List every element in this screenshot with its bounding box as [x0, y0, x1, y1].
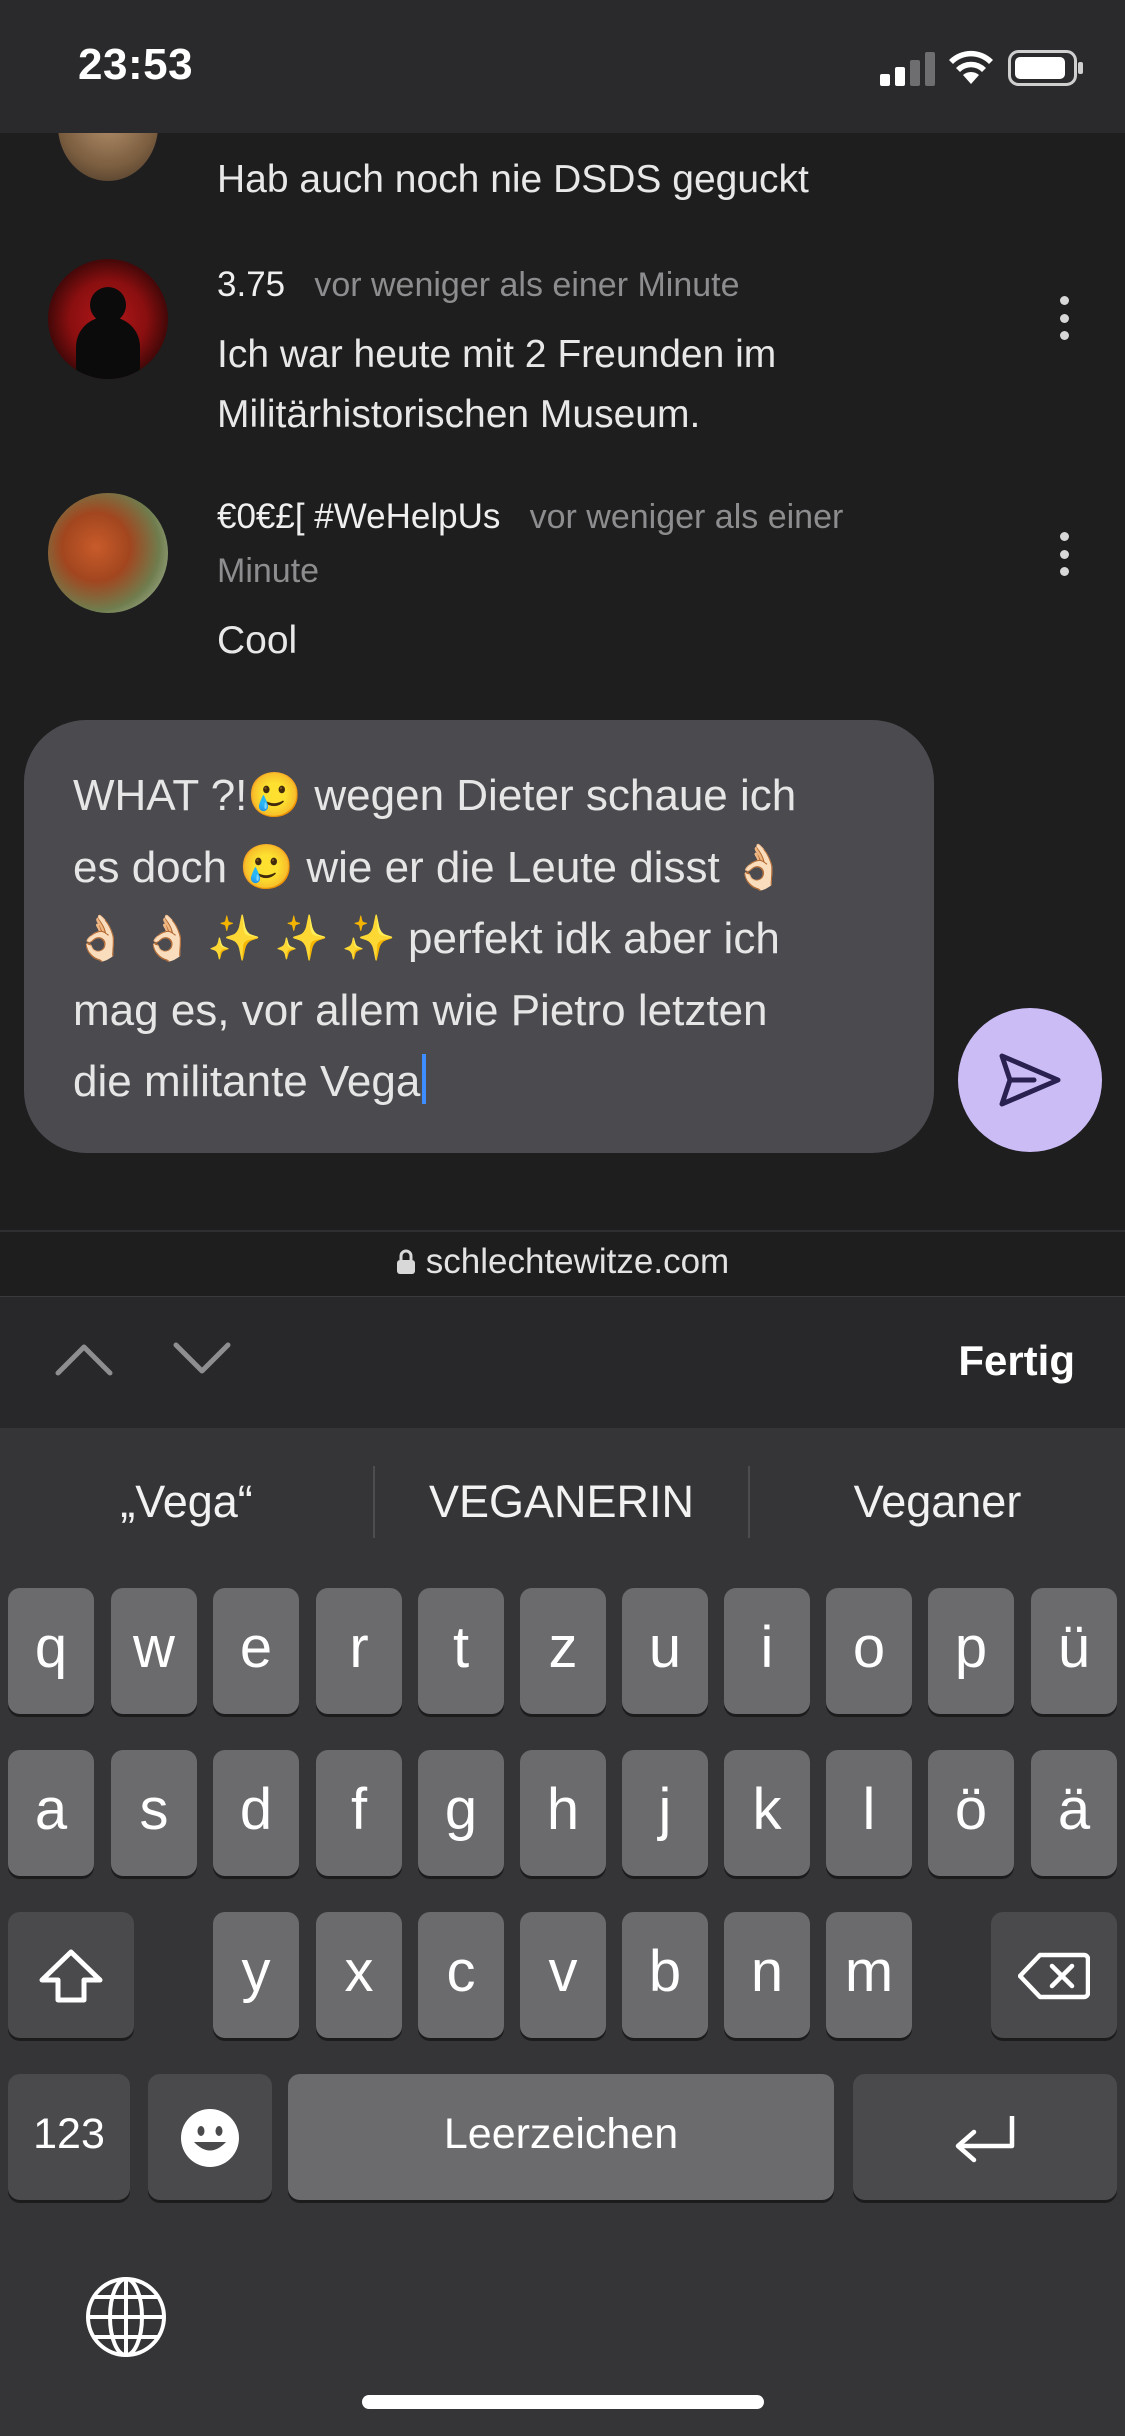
- url-text: schlechtewitze.com: [425, 1242, 730, 1281]
- lock-icon: [396, 1249, 415, 1274]
- space-key[interactable]: Leerzeichen: [288, 2074, 834, 2200]
- input-line: es doch 🥲 wie er die Leute disst 👌🏻: [73, 842, 787, 892]
- send-button[interactable]: [958, 1008, 1102, 1152]
- suggestion-item[interactable]: „Vega“: [0, 1428, 373, 1576]
- key[interactable]: v: [520, 1912, 606, 2038]
- shift-icon: [39, 1949, 103, 2003]
- avatar[interactable]: [58, 133, 158, 181]
- comment-author[interactable]: €0€£[ #WeHelpUs: [217, 497, 500, 536]
- backspace-key[interactable]: [991, 1912, 1117, 2038]
- key[interactable]: p: [928, 1588, 1014, 1714]
- battery-icon: [1008, 50, 1083, 86]
- key[interactable]: q: [8, 1588, 94, 1714]
- text-caret: [422, 1054, 427, 1104]
- key[interactable]: u: [622, 1588, 708, 1714]
- key[interactable]: y: [213, 1912, 299, 2038]
- emoji-key[interactable]: [148, 2074, 272, 2200]
- shift-key[interactable]: [8, 1912, 134, 2038]
- url-bar[interactable]: schlechtewitze.com: [0, 1230, 1125, 1296]
- done-button[interactable]: Fertig: [958, 1337, 1075, 1385]
- signal-icon: [880, 52, 935, 86]
- comments-area: Hab auch noch nie DSDS geguckt 3.75 vor …: [0, 133, 1125, 1230]
- key[interactable]: ä: [1031, 1750, 1117, 1876]
- key[interactable]: s: [111, 1750, 197, 1876]
- key[interactable]: k: [724, 1750, 810, 1876]
- comment-input-text[interactable]: WHAT ?!🥲 wegen Dieter schaue ich es doch…: [73, 760, 886, 1118]
- wifi-icon: [949, 50, 993, 84]
- input-line: WHAT ?!🥲 wegen Dieter schaue ich: [73, 771, 797, 820]
- input-line: mag es, vor allem wie Pietro letzten: [73, 985, 768, 1035]
- avatar-figure: [76, 317, 140, 379]
- comment-author[interactable]: 3.75: [217, 265, 285, 304]
- key[interactable]: n: [724, 1912, 810, 2038]
- comment-time: vor weniger als einer Minute: [314, 266, 740, 304]
- more-options-icon[interactable]: [1052, 296, 1076, 340]
- key[interactable]: ü: [1031, 1588, 1117, 1714]
- status-bar: 23:53: [0, 0, 1125, 133]
- suggestion-item[interactable]: VEGANERIN: [375, 1428, 748, 1576]
- key[interactable]: g: [418, 1750, 504, 1876]
- comment-meta: €0€£[ #WeHelpUs vor weniger als einer: [217, 497, 843, 537]
- key[interactable]: i: [724, 1588, 810, 1714]
- avatar[interactable]: [48, 493, 168, 613]
- key[interactable]: j: [622, 1750, 708, 1876]
- avatar[interactable]: [48, 259, 168, 379]
- keyboard-accessory-bar: Fertig: [0, 1296, 1125, 1428]
- key[interactable]: e: [213, 1588, 299, 1714]
- key[interactable]: ö: [928, 1750, 1014, 1876]
- status-time: 23:53: [78, 40, 194, 89]
- comment-meta: Minute: [217, 551, 319, 591]
- key[interactable]: r: [316, 1588, 402, 1714]
- chevron-down-icon[interactable]: [170, 1339, 234, 1379]
- numbers-key[interactable]: 123: [8, 2074, 130, 2200]
- chevron-up-icon[interactable]: [52, 1339, 116, 1379]
- key[interactable]: b: [622, 1912, 708, 2038]
- input-line-last: die militante Vega: [73, 1046, 886, 1118]
- key[interactable]: a: [8, 1750, 94, 1876]
- backspace-icon: [1017, 1952, 1091, 1999]
- comment-time: vor weniger als einer: [529, 498, 844, 536]
- comment-text: Militärhistorischen Museum.: [217, 393, 701, 436]
- comment-text: Hab auch noch nie DSDS geguckt: [217, 158, 809, 201]
- key[interactable]: o: [826, 1588, 912, 1714]
- keyboard: „Vega“ VEGANERIN Veganer q w e r t z u i…: [0, 1428, 1125, 2436]
- comment-meta: 3.75 vor weniger als einer Minute: [217, 265, 740, 305]
- input-line: die militante Vega: [73, 1057, 421, 1106]
- key[interactable]: f: [316, 1750, 402, 1876]
- input-line: 👌🏻 👌🏻 ✨ ✨ ✨ perfekt idk aber ich: [73, 914, 780, 963]
- comment-time: Minute: [217, 552, 320, 590]
- suggestion-bar: „Vega“ VEGANERIN Veganer: [0, 1428, 1125, 1576]
- more-options-icon[interactable]: [1052, 532, 1076, 576]
- key[interactable]: t: [418, 1588, 504, 1714]
- comment-text: Cool: [217, 619, 298, 662]
- return-key[interactable]: [853, 2074, 1117, 2200]
- key[interactable]: z: [520, 1588, 606, 1714]
- key[interactable]: m: [826, 1912, 912, 2038]
- home-indicator: [362, 2395, 764, 2409]
- send-icon: [999, 1053, 1061, 1107]
- key[interactable]: l: [826, 1750, 912, 1876]
- comment-input[interactable]: WHAT ?!🥲 wegen Dieter schaue ich es doch…: [24, 720, 934, 1153]
- key[interactable]: c: [418, 1912, 504, 2038]
- suggestion-item[interactable]: Veganer: [750, 1428, 1125, 1576]
- comment-text: Ich war heute mit 2 Freunden im: [217, 333, 777, 376]
- emoji-icon: [181, 2108, 239, 2167]
- key[interactable]: x: [316, 1912, 402, 2038]
- return-icon: [955, 2115, 1015, 2162]
- key[interactable]: w: [111, 1588, 197, 1714]
- key[interactable]: d: [213, 1750, 299, 1876]
- key[interactable]: h: [520, 1750, 606, 1876]
- globe-icon[interactable]: [84, 2275, 168, 2359]
